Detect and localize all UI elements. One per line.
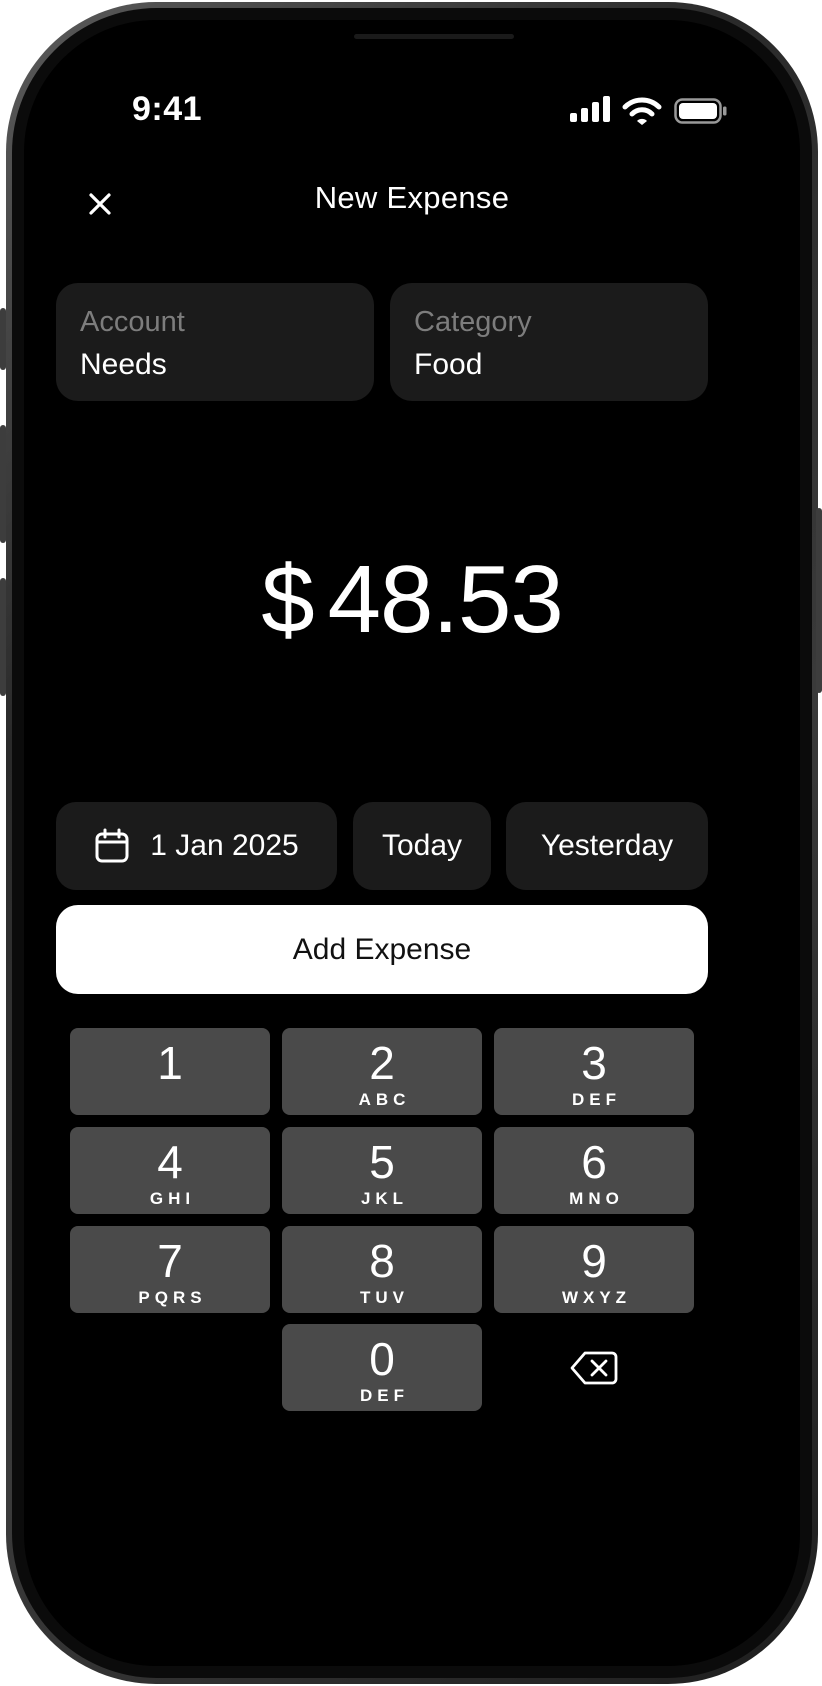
key-digit: 4 (157, 1136, 183, 1188)
today-button[interactable]: Today (353, 802, 491, 890)
key-digit: 8 (369, 1235, 395, 1287)
wifi-icon (622, 97, 662, 125)
key-digit: 6 (581, 1136, 607, 1188)
keypad-key-5[interactable]: 5 JKL (282, 1127, 482, 1214)
phone-volume-down-button (0, 578, 6, 696)
key-letters: JKL (360, 1189, 409, 1208)
yesterday-button[interactable]: Yesterday (506, 802, 708, 890)
cellular-signal-icon (570, 96, 612, 124)
key-digit: 9 (581, 1235, 607, 1287)
battery-icon (674, 98, 727, 124)
today-label: Today (381, 829, 463, 862)
key-letters: ABC (358, 1090, 411, 1109)
add-expense-button[interactable]: Add Expense (56, 905, 708, 994)
account-value: Needs (80, 348, 167, 381)
add-expense-label: Add Expense (292, 932, 472, 966)
selected-date: 1 Jan 2025 (150, 829, 299, 862)
phone-volume-up-button (0, 425, 6, 543)
keypad-key-8[interactable]: 8 TUV (282, 1226, 482, 1313)
calendar-icon (95, 828, 129, 863)
yesterday-label: Yesterday (540, 829, 674, 862)
account-selector[interactable]: Account Needs (56, 283, 374, 401)
close-button[interactable] (78, 182, 122, 226)
keypad-key-7[interactable]: 7 PQRS (70, 1226, 270, 1313)
backspace-button[interactable] (494, 1324, 694, 1411)
key-letters: DEF (360, 1386, 409, 1405)
key-digit: 2 (369, 1037, 395, 1089)
key-digit: 3 (581, 1037, 607, 1089)
keypad-key-2[interactable]: 2 ABC (282, 1028, 482, 1115)
key-digit: 7 (157, 1235, 183, 1287)
amount-display: $48.53 (24, 545, 800, 655)
key-letters: MNO (569, 1189, 624, 1208)
category-value: Food (414, 348, 483, 381)
currency-symbol: $ (261, 546, 314, 653)
keypad-key-4[interactable]: 4 GHI (70, 1127, 270, 1214)
keypad-key-9[interactable]: 9 WXYZ (494, 1226, 694, 1313)
top-speaker (354, 34, 514, 39)
key-letters: PQRS (138, 1288, 207, 1307)
keypad-key-0[interactable]: 0 DEF (282, 1324, 482, 1411)
key-digit: 1 (157, 1037, 183, 1089)
key-letters: GHI (149, 1189, 196, 1208)
keypad-key-1[interactable]: 1 (70, 1028, 270, 1115)
key-letters: TUV (360, 1288, 409, 1307)
keypad-key-3[interactable]: 3 DEF (494, 1028, 694, 1115)
category-selector[interactable]: Category Food (390, 283, 708, 401)
account-label: Account (80, 306, 185, 338)
key-letters: DEF (572, 1090, 621, 1109)
category-label: Category (414, 306, 532, 338)
date-picker-button[interactable]: 1 Jan 2025 (56, 802, 337, 890)
key-digit: 5 (369, 1136, 395, 1188)
status-time: 9:41 (132, 90, 203, 128)
amount-value: 48.53 (327, 546, 564, 653)
key-letters: WXYZ (561, 1288, 632, 1307)
close-icon (89, 193, 111, 215)
phone-power-button (816, 508, 822, 693)
key-digit: 0 (369, 1333, 395, 1385)
phone-action-button (0, 308, 6, 370)
keypad-key-6[interactable]: 6 MNO (494, 1127, 694, 1214)
page-title: New Expense (314, 180, 510, 215)
backspace-icon (570, 1351, 618, 1384)
app-screen: 9:41 New Expense Account Needs Category (24, 20, 800, 1666)
